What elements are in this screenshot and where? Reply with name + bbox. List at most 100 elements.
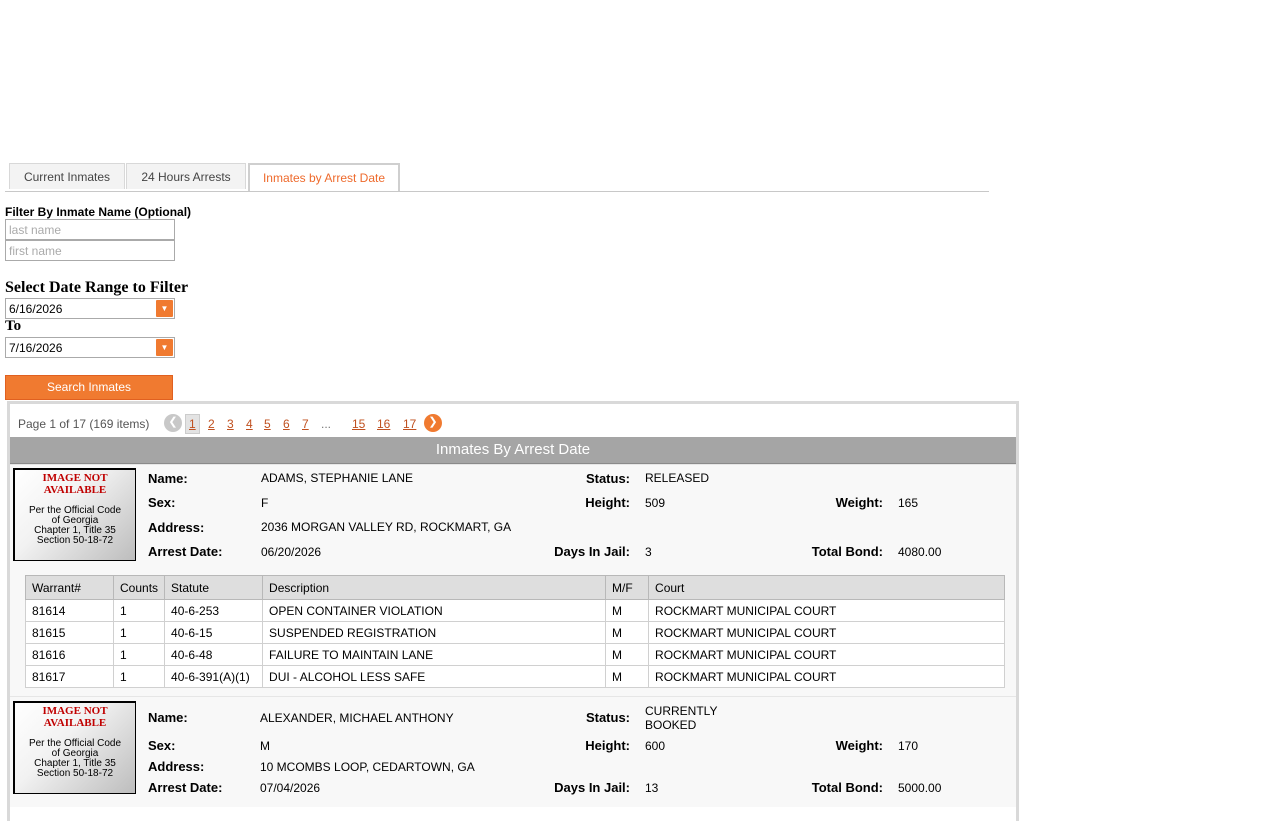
to-label: To	[5, 318, 22, 334]
column-court: Court	[648, 575, 1005, 600]
table-row: 81617 1 40-6-391(A)(1) DUI - ALCOHOL LES…	[25, 665, 1005, 688]
inmate-weight: 170	[898, 739, 919, 753]
chevron-down-icon[interactable]: ▼	[156, 339, 173, 356]
warrant-counts: 1	[112, 665, 166, 688]
warrant-number: 81617	[25, 665, 114, 688]
address-label: Address:	[148, 759, 205, 774]
inmate-sex: F	[261, 496, 269, 510]
column-statute: Statute	[164, 575, 264, 600]
photo-code-text: Per the Official Code of Georgia Chapter…	[28, 505, 122, 546]
inmate-weight: 165	[898, 496, 919, 510]
warrant-number: 81616	[25, 643, 114, 666]
status-label: Status:	[585, 710, 630, 725]
page-16[interactable]: 16	[377, 417, 390, 431]
page-3[interactable]: 3	[227, 417, 234, 431]
inmate-photo-placeholder: IMAGE NOT AVAILABLE Per the Official Cod…	[13, 468, 136, 561]
tab-24-hours-arrests[interactable]: 24 Hours Arrests	[126, 163, 246, 189]
inmate-sex: M	[260, 739, 270, 753]
last-name-input[interactable]	[5, 219, 175, 240]
filter-title: Filter By Inmate Name (Optional)	[5, 205, 192, 219]
chevron-down-icon[interactable]: ▼	[156, 300, 173, 317]
address-label: Address:	[148, 520, 205, 535]
inmate-arrest-date: 07/04/2026	[260, 781, 321, 795]
weight-label: Weight:	[835, 495, 883, 510]
inmate-arrest-date: 06/20/2026	[261, 545, 322, 559]
to-date-value: 7/16/2026	[9, 341, 63, 355]
arrest-date-label: Arrest Date:	[148, 544, 223, 559]
name-label: Name:	[148, 710, 188, 725]
inmate-name: ALEXANDER, MICHAEL ANTHONY	[260, 711, 454, 725]
warrant-statute: 40-6-253	[164, 599, 264, 622]
column-warrant: Warrant#	[25, 575, 114, 600]
page-2[interactable]: 2	[208, 417, 215, 431]
inmate-height: 509	[645, 496, 666, 510]
page-6[interactable]: 6	[283, 417, 290, 431]
page-4[interactable]: 4	[246, 417, 253, 431]
inmate-record: IMAGE NOT AVAILABLE Per the Official Cod…	[10, 464, 1016, 696]
table-row: 81614 1 40-6-253 OPEN CONTAINER VIOLATIO…	[25, 599, 1005, 622]
page-15[interactable]: 15	[352, 417, 365, 431]
inmate-address: 10 MCOMBS LOOP, CEDARTOWN, GA	[260, 760, 475, 774]
page-1[interactable]: 1	[185, 414, 200, 434]
page-ellipsis[interactable]: ...	[321, 417, 331, 431]
warrant-court: ROCKMART MUNICIPAL COURT	[648, 621, 1005, 644]
page-5[interactable]: 5	[264, 417, 271, 431]
warrant-number: 81615	[25, 621, 114, 644]
warrant-counts: 1	[112, 621, 166, 644]
inmate-height: 600	[645, 739, 666, 753]
grid-title: Inmates By Arrest Date	[10, 437, 1016, 464]
inmate-status-line-1: CURRENTLY	[645, 704, 718, 718]
pager: Page 1 of 17 (169 items) ❮ 1 2 3 4 5 6 7…	[18, 414, 918, 434]
results-grid: Page 1 of 17 (169 items) ❮ 1 2 3 4 5 6 7…	[7, 401, 1019, 821]
first-name-input[interactable]	[5, 240, 175, 261]
days-in-jail-label: Days In Jail:	[554, 544, 630, 559]
warrant-mf: M	[605, 665, 650, 688]
search-inmates-button[interactable]: Search Inmates	[5, 375, 173, 400]
warrant-mf: M	[605, 643, 650, 666]
inmate-status: RELEASED	[645, 471, 710, 485]
pager-info: Page 1 of 17 (169 items)	[18, 417, 150, 431]
warrant-number: 81614	[25, 599, 114, 622]
inmate-tabs: Current Inmates 24 Hours Arrests Inmates…	[5, 163, 989, 192]
inmate-photo-placeholder: IMAGE NOT AVAILABLE Per the Official Cod…	[13, 701, 136, 794]
inmate-status-line-2: BOOKED	[645, 718, 697, 732]
to-date-picker[interactable]: 7/16/2026 ▼	[5, 337, 175, 358]
weight-label: Weight:	[835, 738, 883, 753]
total-bond-label: Total Bond:	[811, 780, 883, 795]
page-7[interactable]: 7	[302, 417, 309, 431]
inmate-address: 2036 MORGAN VALLEY RD, ROCKMART, GA	[261, 520, 512, 534]
date-range-title: Select Date Range to Filter	[5, 279, 189, 296]
warrant-header-row: Warrant# Counts Statute Description M/F …	[25, 575, 1005, 600]
days-in-jail-label: Days In Jail:	[554, 780, 630, 795]
from-date-picker[interactable]: 6/16/2026 ▼	[5, 298, 175, 319]
page-17[interactable]: 17	[403, 417, 416, 431]
status-label: Status:	[585, 471, 630, 486]
chevron-right-icon[interactable]: ❯	[424, 414, 442, 432]
tab-inmates-by-arrest-date[interactable]: Inmates by Arrest Date	[248, 163, 400, 191]
warrant-mf: M	[605, 621, 650, 644]
image-not-available-text: IMAGE NOT AVAILABLE	[42, 472, 108, 496]
warrant-mf: M	[605, 599, 650, 622]
warrant-court: ROCKMART MUNICIPAL COURT	[648, 665, 1005, 688]
warrant-description: OPEN CONTAINER VIOLATION	[262, 599, 607, 622]
warrant-court: ROCKMART MUNICIPAL COURT	[648, 599, 1005, 622]
sex-label: Sex:	[148, 495, 176, 510]
chevron-left-icon[interactable]: ❮	[164, 414, 182, 432]
inmate-days-in-jail: 3	[645, 545, 652, 559]
warrant-statute: 40-6-48	[164, 643, 264, 666]
warrant-description: FAILURE TO MAINTAIN LANE	[262, 643, 607, 666]
warrant-counts: 1	[112, 599, 166, 622]
inmate-total-bond: 4080.00	[898, 545, 942, 559]
tab-current-inmates[interactable]: Current Inmates	[9, 163, 125, 189]
warrant-table: Warrant# Counts Statute Description M/F …	[25, 575, 1005, 688]
height-label: Height:	[585, 738, 630, 753]
warrant-description: DUI - ALCOHOL LESS SAFE	[262, 665, 607, 688]
table-row: 81615 1 40-6-15 SUSPENDED REGISTRATION M…	[25, 621, 1005, 644]
warrant-counts: 1	[112, 643, 166, 666]
warrant-statute: 40-6-15	[164, 621, 264, 644]
inmate-name: ADAMS, STEPHANIE LANE	[261, 471, 414, 485]
sex-label: Sex:	[148, 738, 176, 753]
column-counts: Counts	[112, 575, 166, 600]
total-bond-label: Total Bond:	[811, 544, 883, 559]
inmate-days-in-jail: 13	[645, 781, 659, 795]
